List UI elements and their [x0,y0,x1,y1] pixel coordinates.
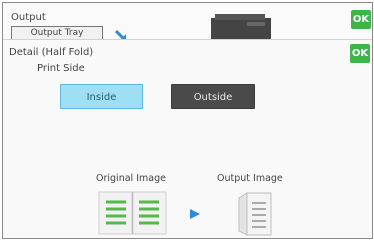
half-fold-detail-dialog: Detail (Half Fold) OK Print Side Inside … [3,39,372,238]
outside-button[interactable]: Outside [171,84,255,109]
play-arrow-icon [189,205,201,224]
inside-button[interactable]: Inside [60,84,143,109]
ok-button[interactable]: OK [351,10,371,29]
print-side-label: Print Side [37,63,85,74]
dialog-title: Detail (Half Fold) [9,47,94,58]
output-image-label: Output Image [217,173,283,184]
folded-page-icon [237,191,273,238]
dialog-ok-button[interactable]: OK [350,44,370,63]
screen-title: Output [11,12,46,23]
open-book-icon [98,191,167,238]
original-image-label: Original Image [96,173,166,184]
screen-frame: Output Output Tray OK Detail (Half Fold)… [2,2,373,239]
